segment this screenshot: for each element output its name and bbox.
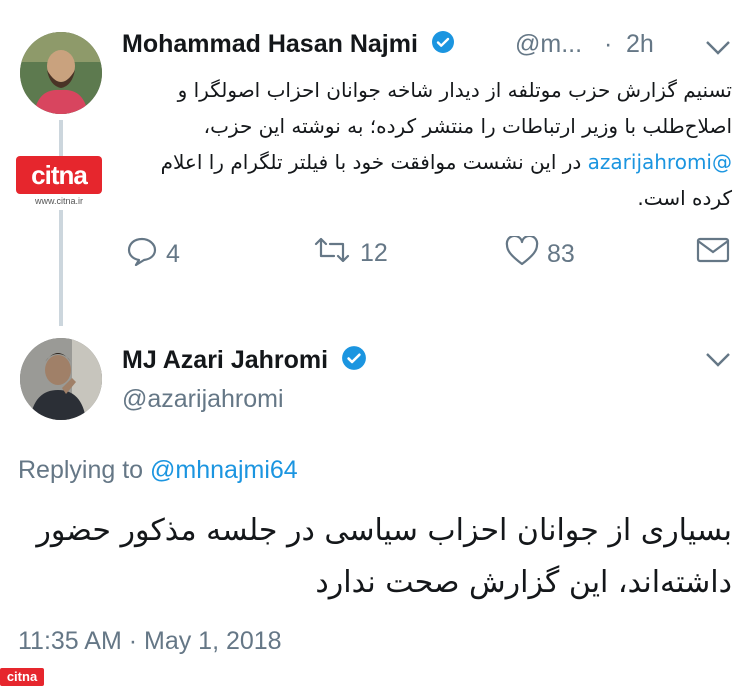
heart-icon — [505, 234, 547, 273]
retweet-count: 12 — [360, 239, 388, 267]
tweet1-time[interactable]: 2h — [626, 30, 654, 59]
tweet2-author-handle[interactable]: @azarijahromi — [122, 385, 284, 414]
citna-watermark: citna — [0, 668, 44, 686]
envelope-icon — [696, 236, 738, 271]
citna-logo: citna — [16, 156, 102, 194]
replying-prefix: Replying to — [18, 456, 144, 484]
replying-to-line: Replying to @mhnajmi64 — [18, 456, 298, 485]
tweet1-author-name[interactable]: Mohammad Hasan Najmi — [122, 30, 418, 58]
citna-logo-badge: citna www.citna.ir — [16, 156, 102, 210]
replying-handle-link[interactable]: @mhnajmi64 — [150, 456, 298, 484]
thread-line — [59, 120, 63, 326]
reply-count: 4 — [166, 240, 180, 268]
tweet1-text: تسنیم گزارش حزب موتلفه از دیدار شاخه جوا… — [120, 72, 732, 216]
tweet1-mention-link[interactable]: @azarijahromi — [588, 150, 732, 174]
tweet2-text: بسیاری از جوانان احزاب سیاسی در جلسه مذک… — [36, 513, 732, 600]
avatar-mohammad-hasan-najmi[interactable] — [20, 32, 102, 114]
verified-badge-icon — [341, 345, 367, 378]
avatar-mj-azari-jahromi[interactable] — [20, 338, 102, 420]
tweet1-author-name-row[interactable]: Mohammad Hasan Najmi — [122, 30, 455, 61]
tweet1-author-handle[interactable]: @m... — [515, 30, 582, 59]
message-button[interactable] — [696, 236, 738, 271]
chevron-down-icon[interactable] — [705, 40, 731, 61]
verified-badge-icon — [431, 30, 455, 61]
like-button[interactable]: 83 — [505, 234, 575, 273]
retweet-button[interactable]: 12 — [312, 236, 388, 271]
like-count: 83 — [547, 240, 575, 268]
citna-url: www.citna.ir — [34, 196, 83, 206]
tweet1-actions: 4 12 83 — [0, 234, 750, 268]
tweet1-text-part1: تسنیم گزارش حزب موتلفه از دیدار شاخه جوا… — [177, 78, 732, 138]
tweet2-author-name-row[interactable]: MJ Azari Jahromi — [122, 345, 367, 378]
tweet2-author-name[interactable]: MJ Azari Jahromi — [122, 346, 328, 374]
tweet1-separator: · — [604, 30, 613, 58]
reply-button[interactable]: 4 — [126, 236, 180, 273]
tweet2-timestamp[interactable]: 11:35 AM · May 1, 2018 — [18, 627, 282, 656]
reply-icon — [126, 236, 166, 273]
retweet-icon — [312, 236, 360, 271]
chevron-down-icon[interactable] — [705, 352, 731, 373]
